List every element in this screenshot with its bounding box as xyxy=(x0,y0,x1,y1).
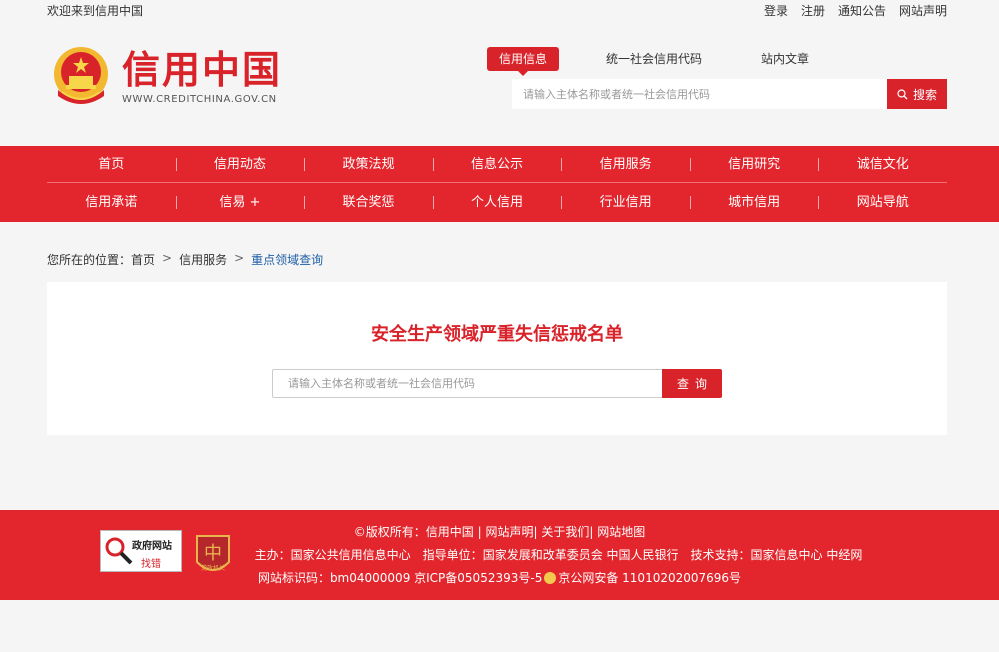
search-icon xyxy=(897,88,908,99)
nav-item-industry-credit[interactable]: 行业信用 xyxy=(561,184,690,221)
tech-name: 国家信息中心 中经网 xyxy=(750,548,863,562)
main-nav: 首页 信用动态 政策法规 信息公示 信用服务 信用研究 诚信文化 信用承诺 信易… xyxy=(0,146,999,222)
copyright-prefix: ©版权所有： xyxy=(353,525,426,539)
search-tabs: 信用信息 统一社会信用代码 站内文章 xyxy=(487,47,821,76)
breadcrumb-prefix: 您所在的位置： xyxy=(47,253,132,267)
query-panel: 安全生产领域严重失信惩戒名单 查询 xyxy=(47,282,947,435)
footer-link-about[interactable]: 关于我们 xyxy=(541,525,589,539)
query-input[interactable] xyxy=(272,369,662,398)
tab-site-articles[interactable]: 站内文章 xyxy=(749,47,821,71)
login-link[interactable]: 登录 xyxy=(764,2,788,19)
top-links: 登录 注册 通知公告 网站声明 xyxy=(764,2,947,19)
party-badge-glyph: 中 xyxy=(204,543,222,564)
nav-item-xinyi-plus[interactable]: 信易 + xyxy=(175,184,305,221)
tab-credit-code[interactable]: 统一社会信用代码 xyxy=(594,47,714,71)
breadcrumb-home[interactable]: 首页 xyxy=(131,251,155,268)
nav-item-city-credit[interactable]: 城市信用 xyxy=(689,184,819,221)
host-name: ：国家公共信用信息中心 xyxy=(278,548,411,562)
register-link[interactable]: 注册 xyxy=(801,2,825,19)
breadcrumb-separator: > xyxy=(162,251,173,265)
party-badge-label: 党政机关 xyxy=(201,564,225,572)
guide-name: 国家发展和改革委员会 中国人民银行 xyxy=(482,548,679,562)
top-bar: 欢迎来到信用中国 登录 注册 通知公告 网站声明 xyxy=(0,0,999,20)
nav-item-integrity-culture[interactable]: 诚信文化 xyxy=(818,146,947,182)
header-search-button-label: 搜索 xyxy=(912,87,937,102)
notice-link[interactable]: 通知公告 xyxy=(838,2,886,19)
page-title: 安全生产领域严重失信惩戒名单 xyxy=(371,324,623,345)
breadcrumb-separator: > xyxy=(234,251,245,265)
statement-link[interactable]: 网站声明 xyxy=(899,2,947,19)
nav-item-credit-service[interactable]: 信用服务 xyxy=(561,146,690,182)
logo-url: WWW.CREDITCHINA.GOV.CN xyxy=(122,94,277,105)
gov-badge-line2: 找错 xyxy=(141,559,161,570)
police-record[interactable]: 京公网安备 11010202007696号 xyxy=(558,571,741,585)
gov-badge-line1: 政府网站 xyxy=(132,541,172,552)
footer: ©版权所有：信用中国 | 网站声明| 关于我们| 网站地图 主办：国家公共信用信… xyxy=(0,510,999,600)
nav-item-policy[interactable]: 政策法规 xyxy=(304,146,433,182)
national-emblem-icon xyxy=(54,47,108,104)
nav-item-disclosure[interactable]: 信息公示 xyxy=(432,146,562,182)
query-button[interactable]: 查询 xyxy=(662,369,722,398)
site-logo[interactable]: 信用中国 WWW.CREDITCHINA.GOV.CN xyxy=(52,46,292,110)
party-gov-badge-icon[interactable]: 中 党政机关 xyxy=(193,532,233,578)
nav-item-credit-commitment[interactable]: 信用承诺 xyxy=(47,184,176,221)
tech-label: 技术支持： xyxy=(690,548,751,562)
footer-link-creditchina[interactable]: 信用中国 xyxy=(426,525,474,539)
host-label: 主办 xyxy=(254,548,279,562)
nav-row-2: 信用承诺 信易 + 联合奖惩 个人信用 行业信用 城市信用 网站导航 xyxy=(47,184,947,221)
nav-row-1: 首页 信用动态 政策法规 信息公示 信用服务 信用研究 诚信文化 xyxy=(47,146,947,183)
nav-item-personal-credit[interactable]: 个人信用 xyxy=(432,184,562,221)
footer-link-sitemap[interactable]: 网站地图 xyxy=(597,525,645,539)
nav-item-credit-news[interactable]: 信用动态 xyxy=(175,146,305,182)
nav-item-home[interactable]: 首页 xyxy=(47,146,176,182)
header-search-input[interactable] xyxy=(512,79,887,109)
site-id: 网站标识码：bm04000009 京ICP备05052393号-5 xyxy=(257,571,543,585)
welcome-text: 欢迎来到信用中国 xyxy=(47,4,144,18)
breadcrumb-credit-service[interactable]: 信用服务 xyxy=(179,251,227,268)
breadcrumb: 您所在的位置： 首页 > 信用服务 > 重点领域查询 xyxy=(47,251,323,268)
nav-item-site-nav[interactable]: 网站导航 xyxy=(818,184,947,221)
header-search-button[interactable]: 搜索 xyxy=(887,79,947,109)
logo-title: 信用中国 xyxy=(122,48,283,92)
footer-link-statement[interactable]: 网站声明 xyxy=(485,525,533,539)
nav-item-joint-reward[interactable]: 联合奖惩 xyxy=(304,184,433,221)
nav-item-credit-research[interactable]: 信用研究 xyxy=(689,146,819,182)
tab-credit-info[interactable]: 信用信息 xyxy=(487,47,560,76)
police-badge-icon xyxy=(544,572,557,584)
breadcrumb-current: 重点领域查询 xyxy=(251,253,324,267)
guide-label: 指导单位： xyxy=(422,548,483,562)
gov-site-error-badge[interactable]: 政府网站 找错 xyxy=(100,530,182,572)
magnifier-icon xyxy=(105,537,133,565)
